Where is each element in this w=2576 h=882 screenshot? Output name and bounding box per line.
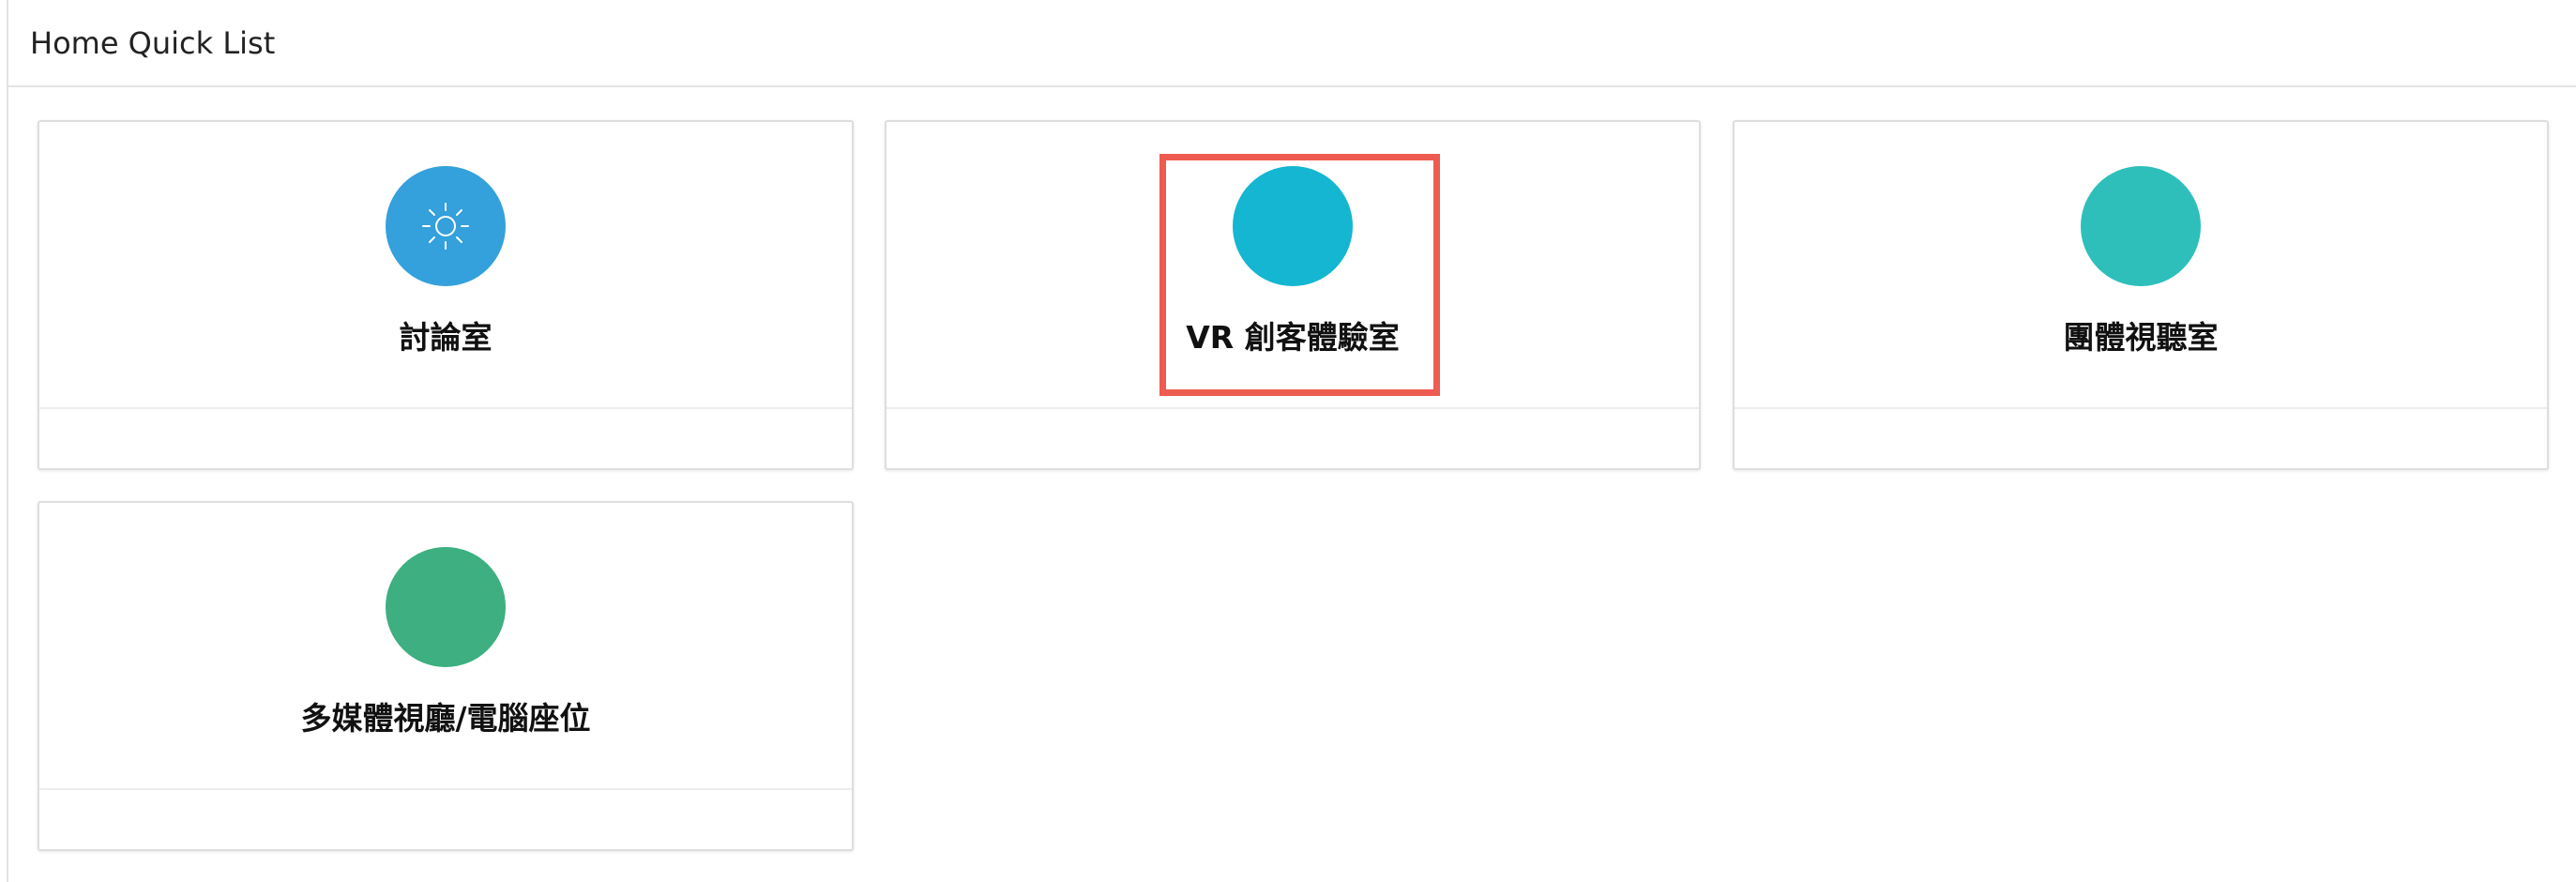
- card-footer: [1735, 407, 2547, 468]
- quick-card-group-av-room[interactable]: 團體視聽室: [1733, 120, 2549, 470]
- multimedia-seats-icon-circle: [386, 547, 506, 667]
- card-label: 討論室: [399, 319, 492, 356]
- card-label: VR 創客體驗室: [1186, 319, 1400, 356]
- card-label: 多媒體視廳/電腦座位: [300, 700, 591, 737]
- quick-card-multimedia-seats[interactable]: 多媒體視廳/電腦座位: [38, 501, 854, 851]
- vr-maker-lab-icon-circle: [1233, 166, 1353, 286]
- panel-title: Home Quick List: [30, 25, 276, 61]
- card-footer: [39, 788, 852, 849]
- sun-icon: [422, 203, 469, 250]
- panel-header: Home Quick List: [8, 0, 2576, 87]
- discussion-room-icon-circle: [386, 166, 506, 286]
- card-footer: [39, 407, 852, 468]
- quick-card-discussion-room[interactable]: 討論室: [38, 120, 854, 470]
- group-av-room-icon-circle: [2081, 166, 2201, 286]
- quick-card-vr-maker-lab[interactable]: VR 創客體驗室: [885, 120, 1701, 470]
- card-label: 團體視聽室: [2063, 319, 2219, 356]
- card-footer: [886, 407, 1699, 468]
